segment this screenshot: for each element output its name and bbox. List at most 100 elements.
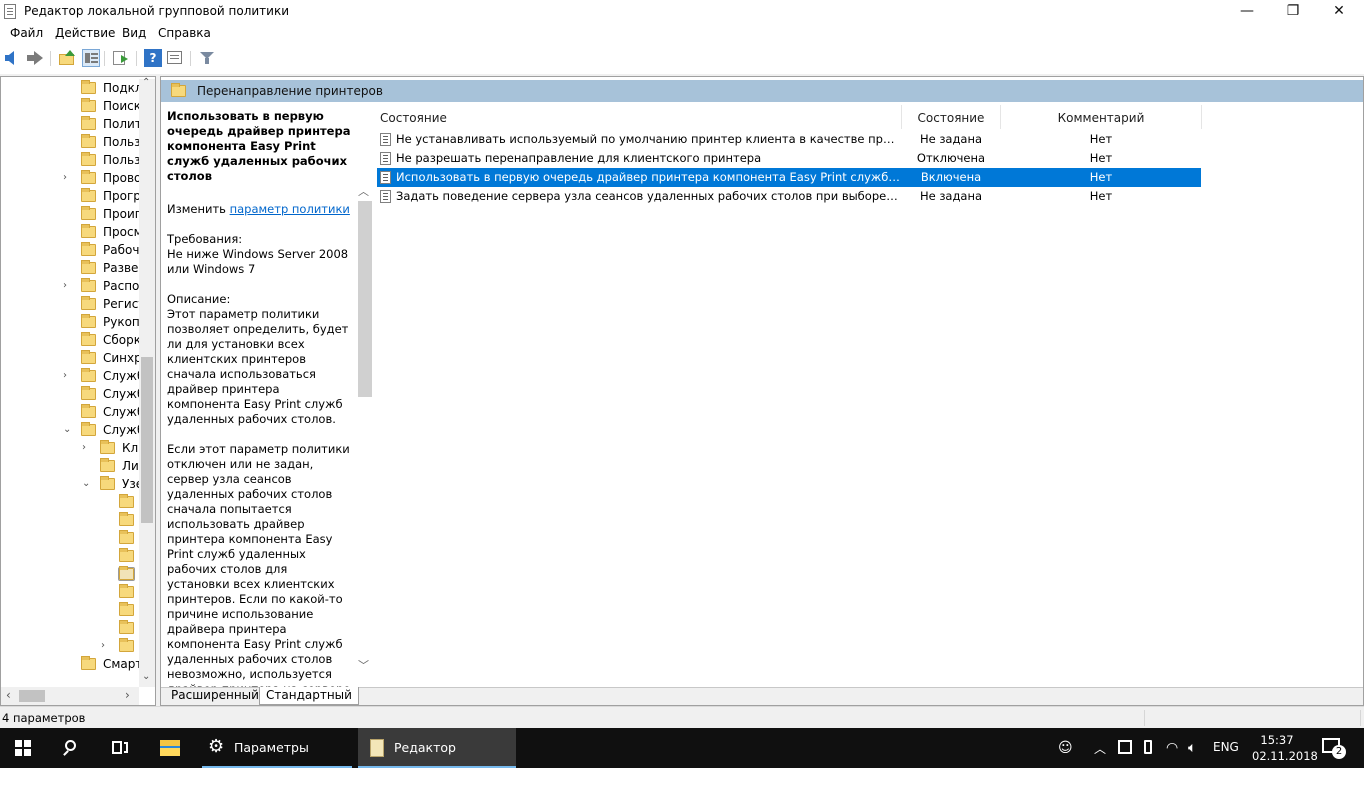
tree-item[interactable]: Полит [1,115,142,133]
tree-expander-icon[interactable] [63,154,73,166]
scroll-up-icon[interactable]: ︿ [358,183,369,199]
tree-item[interactable] [1,619,139,637]
tab-standard[interactable]: Стандартный [259,687,359,705]
tree-expander-icon[interactable] [63,262,73,274]
tree-item[interactable] [1,511,139,529]
column-header-comment[interactable]: Комментарий [1001,107,1201,129]
tree-expander-icon[interactable]: › [101,640,111,652]
tree-expander-icon[interactable]: › [82,442,92,454]
tree-expander-icon[interactable] [63,244,73,256]
export-list-icon[interactable] [112,49,130,67]
tree-item[interactable]: Развер [1,259,146,277]
menu-view[interactable]: Вид [122,26,146,40]
task-view-icon[interactable] [98,728,142,768]
back-icon[interactable] [4,49,22,67]
scroll-down-icon[interactable]: ⌄ [142,671,150,682]
tree-item[interactable]: Сборк [1,331,141,349]
tree-expander-icon[interactable] [101,586,111,598]
filter-icon[interactable] [198,49,216,67]
tree-expander-icon[interactable] [63,208,73,220]
help-icon[interactable]: ? [144,49,162,67]
tree-expander-icon[interactable] [63,334,73,346]
tree-expander-icon[interactable] [63,388,73,400]
show-hide-tree-icon[interactable] [82,49,100,67]
tree-item[interactable] [1,493,139,511]
policy-row[interactable]: Задать поведение сервера узла сеансов уд… [377,187,1201,206]
file-explorer-icon[interactable] [148,728,192,768]
policy-row[interactable]: Использовать в первую очередь драйвер пр… [377,168,1201,187]
tree-item[interactable]: Служб [1,403,144,421]
tree-item[interactable]: Рабоч [1,241,139,259]
tree-expander-icon[interactable] [63,316,73,328]
tree-expander-icon[interactable] [101,568,111,580]
tree-expander-icon[interactable]: ⌄ [63,424,73,436]
tree-item[interactable]: Рукопі [1,313,143,331]
tree-item[interactable]: Проиг [1,205,141,223]
tree-expander-icon[interactable] [63,406,73,418]
close-button[interactable]: ✕ [1316,0,1362,24]
menu-file[interactable]: Файл [10,26,43,40]
tree-item[interactable] [1,601,139,619]
tree-item[interactable]: Подкл [1,79,143,97]
tree-expander-icon[interactable] [82,460,92,472]
tree-expander-icon[interactable] [101,532,111,544]
tree-expander-icon[interactable] [63,298,73,310]
clock[interactable]: 15:37 02.11.2018 [1252,732,1318,764]
tree-horizontal-scrollbar[interactable]: ‹ › [1,687,139,705]
search-icon[interactable] [50,728,94,768]
tree-item[interactable]: › [1,637,139,655]
tree-expander-icon[interactable]: › [63,370,73,382]
column-divider[interactable] [1201,105,1202,129]
tree-item[interactable]: Регист [1,295,145,313]
tree-expander-icon[interactable]: › [63,172,73,184]
up-folder-icon[interactable] [58,49,76,67]
usb-icon[interactable] [1144,740,1152,754]
scroll-thumb[interactable] [141,357,153,523]
tree-item[interactable]: Просм [1,223,143,241]
tree-item[interactable]: Прогр [1,187,141,205]
tree-item[interactable]: › Прово [1,169,141,187]
volume-icon[interactable]: 🔈︎ [1188,740,1196,756]
tree-item[interactable]: Поиск [1,97,141,115]
action-center-icon[interactable]: 2 [1322,738,1346,759]
minimize-button[interactable]: — [1224,0,1270,24]
scroll-right-icon[interactable]: › [125,688,130,702]
people-icon[interactable]: ☺ [1058,740,1073,756]
tree-expander-icon[interactable] [63,100,73,112]
column-header-setting[interactable]: Состояние [380,107,447,129]
language-indicator[interactable]: ENG [1213,740,1239,754]
tree-vertical-scrollbar[interactable]: ⌃ ⌄ [139,77,155,687]
description-scrollbar[interactable]: ︿ ﹀ [357,185,373,685]
tree-item[interactable]: Польз [1,151,141,169]
tree-expander-icon[interactable] [63,658,73,670]
tree-expander-icon[interactable] [63,136,73,148]
taskbar-app-gpedit[interactable]: Редактор локальн... [358,728,516,795]
tree-expander-icon[interactable] [101,514,111,526]
tree-item[interactable] [1,583,139,601]
tree-expander-icon[interactable] [101,496,111,508]
wifi-icon[interactable]: ◠ [1166,740,1178,756]
tree-item[interactable]: ⌄ Служб [1,421,144,439]
scroll-thumb[interactable] [19,690,45,702]
forward-icon[interactable] [26,49,44,67]
scroll-thumb[interactable] [358,201,372,397]
tree-item[interactable]: Ли [1,457,139,475]
maximize-button[interactable]: ❐ [1270,0,1316,24]
tree-expander-icon[interactable] [101,550,111,562]
tab-extended[interactable]: Расширенный [165,687,265,705]
properties-icon[interactable] [166,49,184,67]
tree-expander-icon[interactable] [63,352,73,364]
edit-policy-link[interactable]: параметр политики [230,202,350,216]
network-warning-icon[interactable] [1118,740,1132,754]
tree-item[interactable]: › Служб [1,367,144,385]
tree-item[interactable] [1,529,139,547]
tree-expander-icon[interactable] [63,82,73,94]
menu-help[interactable]: Справка [158,26,211,40]
tree-expander-icon[interactable] [101,622,111,634]
scroll-down-icon[interactable]: ﹀ [358,657,369,673]
tree-expander-icon[interactable]: › [63,280,73,292]
tree-item[interactable]: › Распол [1,277,147,295]
tree-item[interactable]: › Кли [1,439,146,457]
tree-item[interactable] [1,565,139,583]
tree-expander-icon[interactable] [101,604,111,616]
